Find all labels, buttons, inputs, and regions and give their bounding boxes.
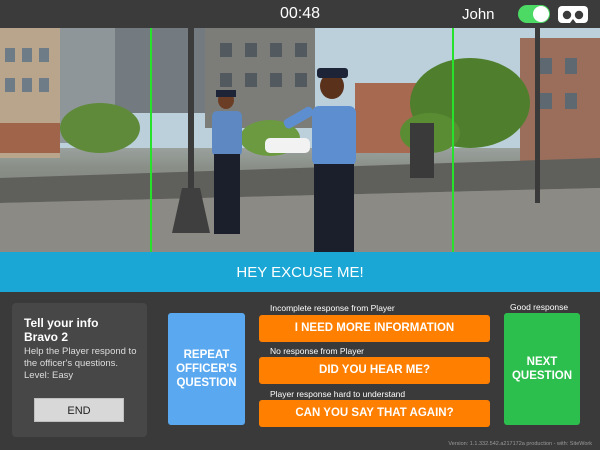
top-bar: 00:48 John [0,0,600,28]
need-more-info-button[interactable]: I NEED MORE INFORMATION [259,315,490,342]
info-title: Tell your info Bravo 2 [24,316,99,344]
toggle-knob [533,6,549,22]
say-that-again-button[interactable]: CAN YOU SAY THAT AGAIN? [259,400,490,427]
response-category-label: Incomplete response from Player [270,303,395,313]
info-panel: Tell your info Bravo 2 Help the Player r… [12,303,147,437]
end-button[interactable]: END [34,398,124,422]
scene-view [0,28,600,252]
dialogue-caption-bar: HEY EXCUSE ME! [0,252,600,292]
next-question-button[interactable]: NEXT QUESTION [504,313,580,425]
user-name: John [462,6,495,23]
dialogue-caption: HEY EXCUSE ME! [236,264,364,281]
timer: 00:48 [279,5,321,22]
response-category-label: No response from Player [270,346,365,356]
did-you-hear-me-button[interactable]: DID YOU HEAR ME? [259,357,490,384]
response-category-label: Player response hard to understand [270,389,406,399]
version-text: Version: 1.1.332.542.a217172a production… [448,441,592,447]
info-description: Help the Player respond to the officer's… [24,346,137,381]
mode-toggle[interactable] [518,5,550,23]
good-response-label: Good response [510,302,569,312]
street-scene-image [0,28,600,252]
vr-headset-icon[interactable] [557,5,589,24]
repeat-question-button[interactable]: REPEAT OFFICER'S QUESTION [168,313,245,425]
